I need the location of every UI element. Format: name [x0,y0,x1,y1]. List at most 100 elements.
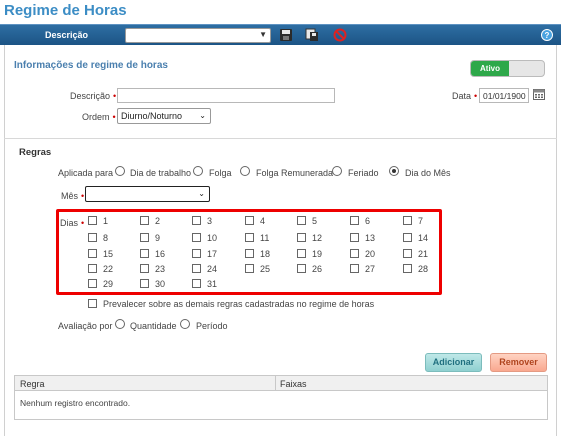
prevalecer-label: Prevalecer sobre as demais regras cadast… [103,299,375,309]
day-label: 11 [260,233,270,243]
day-checkbox-29[interactable] [88,279,97,288]
day-label: 7 [418,216,424,226]
chevron-down-icon: ⌄ [199,111,206,120]
radio-quantidade[interactable] [115,319,125,329]
day-checkbox-18[interactable] [245,249,254,258]
day-label: 3 [207,216,213,226]
radio-folga[interactable] [193,166,203,176]
regras-title: Regras [19,147,52,158]
day-checkbox-5[interactable] [297,216,306,225]
day-checkbox-13[interactable] [350,233,359,242]
mes-label: Mês • [61,191,85,201]
column-divider [275,376,276,391]
day-checkbox-23[interactable] [140,264,149,273]
day-checkbox-12[interactable] [297,233,306,242]
day-label: 24 [207,264,218,274]
day-checkbox-21[interactable] [403,249,412,258]
day-checkbox-30[interactable] [140,279,149,288]
rules-table: Regra Faixas Nenhum registro encontrado. [14,375,548,420]
day-checkbox-9[interactable] [140,233,149,242]
toolbar-description-select[interactable]: ▼ [125,28,271,43]
day-label: 23 [155,264,166,274]
day-label: 22 [103,264,114,274]
day-checkbox-15[interactable] [88,249,97,258]
day-label: 20 [365,249,376,259]
day-label: 29 [103,279,114,289]
day-label: 4 [260,216,266,226]
day-checkbox-7[interactable] [403,216,412,225]
day-label: 18 [260,249,271,259]
day-checkbox-20[interactable] [350,249,359,258]
option-label: Folga [209,168,232,178]
active-toggle[interactable]: Ativo [470,60,545,77]
day-checkbox-28[interactable] [403,264,412,273]
day-checkbox-3[interactable] [192,216,201,225]
chevron-down-icon: ⌄ [198,189,205,198]
ordem-select[interactable]: Diurno/Noturno ⌄ [117,108,211,124]
aplicada-label: Aplicada para [58,168,114,178]
table-header: Regra Faixas [15,376,547,391]
help-icon[interactable]: ? [541,29,553,41]
option-label: Dia de trabalho [130,168,192,178]
day-checkbox-22[interactable] [88,264,97,273]
day-checkbox-27[interactable] [350,264,359,273]
day-label: 12 [312,233,323,243]
day-label: 26 [312,264,323,274]
day-checkbox-14[interactable] [403,233,412,242]
day-label: 5 [312,216,318,226]
day-label: 13 [365,233,376,243]
toolbar-label: Descrição [45,30,89,40]
day-checkbox-1[interactable] [88,216,97,225]
day-label: 9 [155,233,161,243]
day-checkbox-8[interactable] [88,233,97,242]
day-checkbox-26[interactable] [297,264,306,273]
day-checkbox-24[interactable] [192,264,201,273]
info-section-title: Informações de regime de horas [14,60,168,71]
day-checkbox-17[interactable] [192,249,201,258]
toggle-label: Ativo [471,61,509,76]
day-checkbox-6[interactable] [350,216,359,225]
day-checkbox-16[interactable] [140,249,149,258]
prevalecer-checkbox[interactable] [88,299,97,308]
avaliacao-label: Avaliação por [58,321,113,331]
day-label: 2 [155,216,161,226]
save-copy-icon[interactable] [305,28,319,42]
radio-dia-do-mes[interactable] [389,166,399,176]
page-title: Regime de Horas [4,2,127,19]
day-label: 14 [418,233,429,243]
day-label: 27 [365,264,376,274]
day-label: 28 [418,264,429,274]
day-checkbox-10[interactable] [192,233,201,242]
remove-button[interactable]: Remover [490,353,547,372]
radio-feriado[interactable] [332,166,342,176]
descricao-input[interactable] [117,88,335,103]
column-header-regra[interactable]: Regra [20,379,45,389]
data-input[interactable]: 01/01/1900 [479,88,529,103]
add-button[interactable]: Adicionar [425,353,482,372]
day-checkbox-19[interactable] [297,249,306,258]
day-label: 10 [207,233,218,243]
radio-periodo[interactable] [180,319,190,329]
cancel-icon[interactable] [333,28,347,42]
calendar-icon[interactable] [533,88,545,100]
day-checkbox-31[interactable] [192,279,201,288]
day-checkbox-25[interactable] [245,264,254,273]
day-label: 16 [155,249,166,259]
day-checkbox-2[interactable] [140,216,149,225]
dias-label: Dias • [60,218,85,228]
mes-select[interactable]: ⌄ [85,186,210,202]
day-label: 17 [207,249,218,259]
day-checkbox-11[interactable] [245,233,254,242]
column-header-faixas[interactable]: Faixas [280,379,307,389]
chevron-down-icon: ▼ [259,30,267,39]
day-label: 21 [418,249,429,259]
save-icon[interactable] [279,28,293,42]
radio-folga-remunerada[interactable] [240,166,250,176]
day-label: 15 [103,249,114,259]
option-label: Dia do Mês [405,168,451,178]
day-checkbox-4[interactable] [245,216,254,225]
radio-dia-de-trabalho[interactable] [115,166,125,176]
empty-message: Nenhum registro encontrado. [20,398,131,408]
day-label: 30 [155,279,166,289]
divider [4,138,557,139]
